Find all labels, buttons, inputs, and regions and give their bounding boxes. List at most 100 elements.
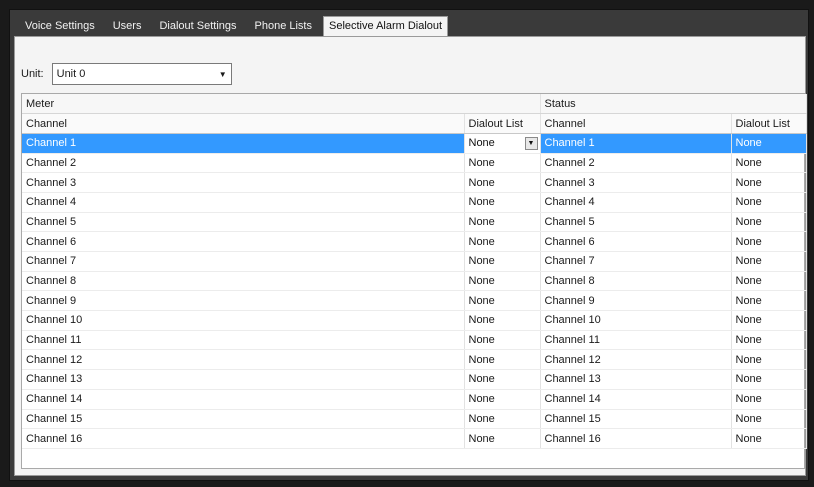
unit-select[interactable]: Unit 0 ▼ [51,63,232,85]
table-row[interactable]: Channel 10 None Channel 10 None [22,310,807,331]
meter-dialout-cell[interactable]: None [464,310,541,331]
tab-voice-settings[interactable]: Voice Settings [16,17,104,36]
status-channel-cell[interactable]: Channel 6 [540,231,732,252]
meter-dialout-cell[interactable]: None [464,369,541,390]
table-row[interactable]: Channel 3 None Channel 3 None [22,172,807,193]
status-channel-cell[interactable]: Channel 13 [540,369,732,390]
status-group-header: Status [540,94,807,115]
meter-dialout-cell[interactable]: None [464,172,541,193]
meter-dialout-cell[interactable]: None [464,153,541,174]
meter-dialout-cell[interactable]: None [464,330,541,351]
meter-channel-cell[interactable]: Channel 6 [22,231,465,252]
status-dialout-cell[interactable]: None [731,133,807,154]
unit-row: Unit: Unit 0 ▼ [21,62,232,86]
meter-channel-cell[interactable]: Channel 3 [22,172,465,193]
dialout-list-dropdown[interactable]: None ▼ [468,136,538,150]
meter-channel-cell[interactable]: Channel 11 [22,330,465,351]
table-row[interactable]: Channel 9 None Channel 9 None [22,290,807,312]
meter-channel-cell[interactable]: Channel 4 [22,192,465,213]
unit-select-value: Unit 0 [56,68,86,80]
status-channel-cell[interactable]: Channel 1 [540,133,732,154]
dialout-list-value: None [468,137,495,150]
table-row[interactable]: Channel 16 None Channel 16 None [22,428,807,449]
meter-channel-cell[interactable]: Channel 12 [22,349,465,371]
status-channel-cell[interactable]: Channel 14 [540,389,732,410]
status-channel-header[interactable]: Channel [540,113,732,134]
status-channel-cell[interactable]: Channel 2 [540,153,732,174]
meter-channel-cell[interactable]: Channel 1 [22,133,465,154]
meter-dialout-cell[interactable]: None [464,389,541,410]
status-channel-cell[interactable]: Channel 15 [540,409,732,430]
status-channel-cell[interactable]: Channel 7 [540,251,732,272]
meter-dialout-header[interactable]: Dialout List [464,113,541,134]
status-channel-cell[interactable]: Channel 3 [540,172,732,193]
dialout-grid: Meter Status Channel Dialout List Channe… [21,93,807,469]
table-row[interactable]: Channel 6 None Channel 6 None [22,231,807,252]
status-dialout-cell[interactable]: None [731,428,807,449]
table-row[interactable]: Channel 14 None Channel 14 None [22,389,807,410]
tab-selective-alarm-dialout[interactable]: Selective Alarm Dialout [322,16,449,36]
meter-dialout-cell[interactable]: None [464,349,541,371]
tab-phone-lists[interactable]: Phone Lists [246,17,321,36]
meter-dialout-cell[interactable]: None [464,271,541,292]
status-dialout-cell[interactable]: None [731,271,807,292]
meter-channel-cell[interactable]: Channel 16 [22,428,465,449]
tab-users[interactable]: Users [104,17,151,36]
tab-bar: Voice Settings Users Dialout Settings Ph… [10,14,808,36]
chevron-down-icon[interactable]: ▼ [524,136,538,150]
meter-dialout-cell[interactable]: None [464,231,541,252]
status-channel-cell[interactable]: Channel 12 [540,349,732,371]
status-dialout-cell[interactable]: None [731,349,807,371]
table-row[interactable]: Channel 5 None Channel 5 None [22,212,807,233]
table-row[interactable]: Channel 11 None Channel 11 None [22,330,807,351]
status-channel-cell[interactable]: Channel 4 [540,192,732,213]
status-channel-cell[interactable]: Channel 11 [540,330,732,351]
status-dialout-cell[interactable]: None [731,251,807,272]
meter-channel-cell[interactable]: Channel 8 [22,271,465,292]
status-dialout-cell[interactable]: None [731,212,807,233]
table-row[interactable]: Channel 13 None Channel 13 None [22,369,807,390]
status-channel-cell[interactable]: Channel 10 [540,310,732,331]
meter-channel-cell[interactable]: Channel 2 [22,153,465,174]
tab-dialout-settings[interactable]: Dialout Settings [150,17,245,36]
meter-channel-cell[interactable]: Channel 10 [22,310,465,331]
status-channel-cell[interactable]: Channel 9 [540,290,732,312]
table-row[interactable]: Channel 7 None Channel 7 None [22,251,807,272]
status-dialout-cell[interactable]: None [731,192,807,213]
status-dialout-cell[interactable]: None [731,290,807,312]
meter-channel-cell[interactable]: Channel 13 [22,369,465,390]
status-dialout-cell[interactable]: None [731,369,807,390]
status-dialout-cell[interactable]: None [731,153,807,174]
meter-dialout-cell[interactable]: None [464,251,541,272]
meter-dialout-cell[interactable]: None ▼ [464,133,541,154]
table-row[interactable]: Channel 1 None ▼ Channel 1 None [22,133,807,154]
meter-channel-cell[interactable]: Channel 14 [22,389,465,410]
status-dialout-cell[interactable]: None [731,172,807,193]
status-dialout-cell[interactable]: None [731,310,807,331]
meter-dialout-cell[interactable]: None [464,192,541,213]
meter-channel-header[interactable]: Channel [22,113,465,134]
meter-channel-cell[interactable]: Channel 9 [22,290,465,312]
meter-dialout-cell[interactable]: None [464,409,541,430]
meter-dialout-cell[interactable]: None [464,428,541,449]
status-channel-cell[interactable]: Channel 5 [540,212,732,233]
status-channel-cell[interactable]: Channel 16 [540,428,732,449]
meter-dialout-cell[interactable]: None [464,290,541,312]
meter-channel-cell[interactable]: Channel 15 [22,409,465,430]
table-row[interactable]: Channel 8 None Channel 8 None [22,271,807,292]
status-dialout-cell[interactable]: None [731,231,807,252]
status-dialout-cell[interactable]: None [731,389,807,410]
meter-dialout-cell[interactable]: None [464,212,541,233]
table-row[interactable]: Channel 2 None Channel 2 None [22,153,807,174]
meter-channel-cell[interactable]: Channel 5 [22,212,465,233]
dialout-table: Meter Status Channel Dialout List Channe… [22,94,807,449]
table-row[interactable]: Channel 12 None Channel 12 None [22,349,807,371]
status-dialout-cell[interactable]: None [731,409,807,430]
status-dialout-cell[interactable]: None [731,330,807,351]
window-frame: Voice Settings Users Dialout Settings Ph… [9,9,809,481]
table-row[interactable]: Channel 15 None Channel 15 None [22,409,807,430]
meter-channel-cell[interactable]: Channel 7 [22,251,465,272]
status-channel-cell[interactable]: Channel 8 [540,271,732,292]
status-dialout-header[interactable]: Dialout List [731,113,807,134]
table-row[interactable]: Channel 4 None Channel 4 None [22,192,807,213]
